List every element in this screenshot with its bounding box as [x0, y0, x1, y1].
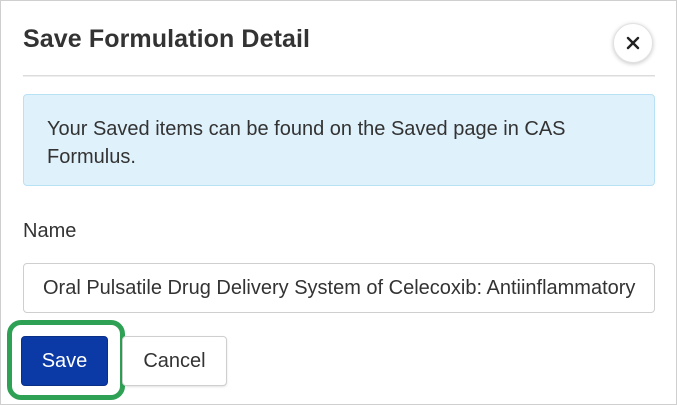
save-formulation-dialog: Save Formulation Detail Your Saved items…: [0, 0, 677, 405]
name-label: Name: [23, 220, 77, 242]
close-button[interactable]: [613, 23, 653, 63]
info-message: Your Saved items can be found on the Sav…: [47, 118, 566, 168]
save-button[interactable]: Save: [21, 336, 108, 386]
header-divider: [23, 75, 655, 76]
info-alert: Your Saved items can be found on the Sav…: [23, 94, 655, 186]
close-icon: [626, 36, 640, 50]
cancel-button[interactable]: Cancel: [122, 336, 227, 386]
name-input[interactable]: [23, 263, 655, 313]
dialog-title: Save Formulation Detail: [23, 25, 311, 53]
